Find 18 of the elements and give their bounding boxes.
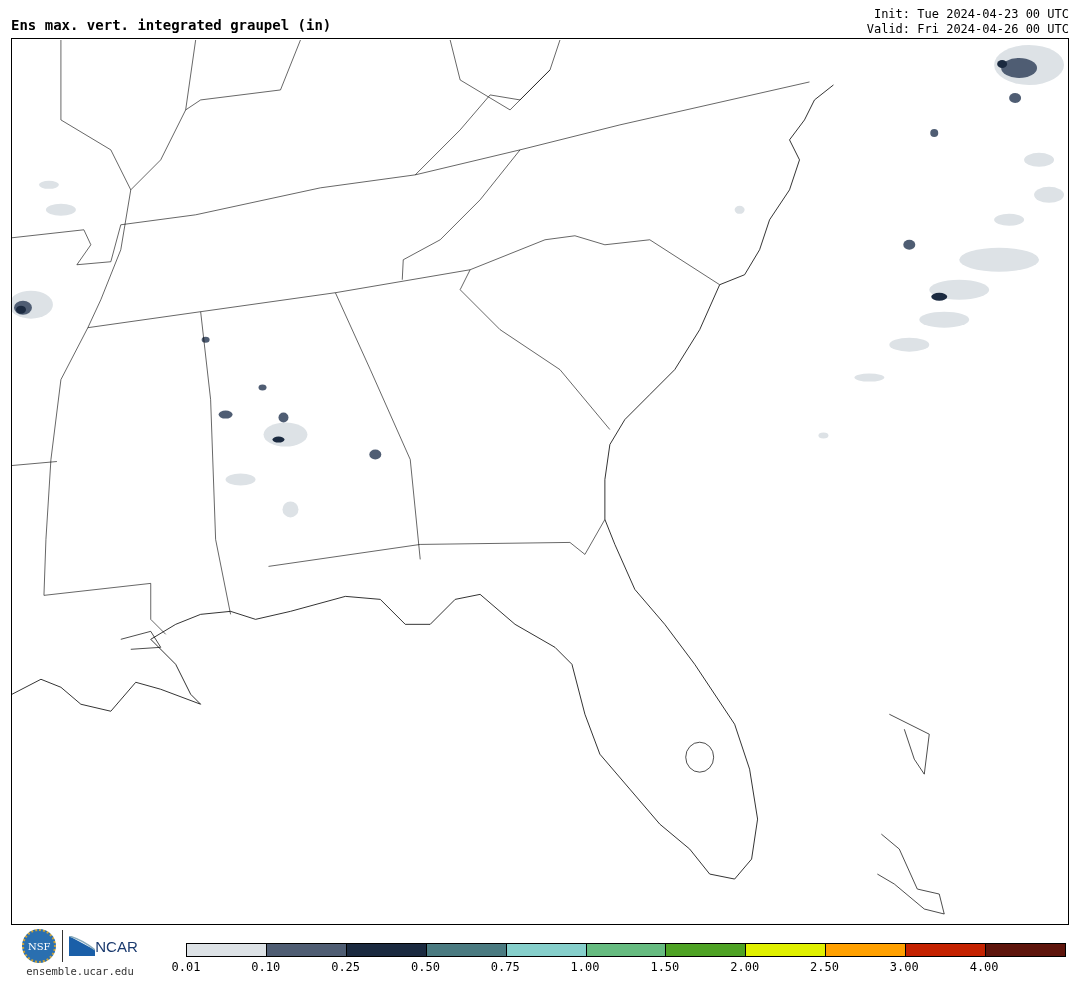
scale-label: 1.50 xyxy=(650,960,680,974)
scale-label: 1.00 xyxy=(570,960,600,974)
init-time: Init: Tue 2024-04-23 00 UTC xyxy=(872,7,1069,22)
site-url: ensemble.ucar.edu xyxy=(26,965,134,977)
wing-logo-icon xyxy=(69,936,96,956)
map-title: Ens max. vert. integrated graupel (in) xyxy=(11,17,332,35)
scale-label: 4.00 xyxy=(969,960,999,974)
scale-label: 2.00 xyxy=(730,960,760,974)
scale-label: 3.00 xyxy=(889,960,919,974)
scale-label: 2.50 xyxy=(810,960,839,974)
scale-label: 0.10 xyxy=(251,960,281,974)
nsf-logo: NSF xyxy=(22,929,57,963)
scale-label: 0.25 xyxy=(331,960,361,974)
scale-label: 0.50 xyxy=(411,960,440,974)
valid-time: Valid: Fri 2024-04-26 00 UTC xyxy=(866,22,1069,37)
scale-label: 0.01 xyxy=(171,960,201,974)
ncar-logo-text: NCAR xyxy=(95,937,138,955)
scale-label: 0.75 xyxy=(490,960,520,974)
